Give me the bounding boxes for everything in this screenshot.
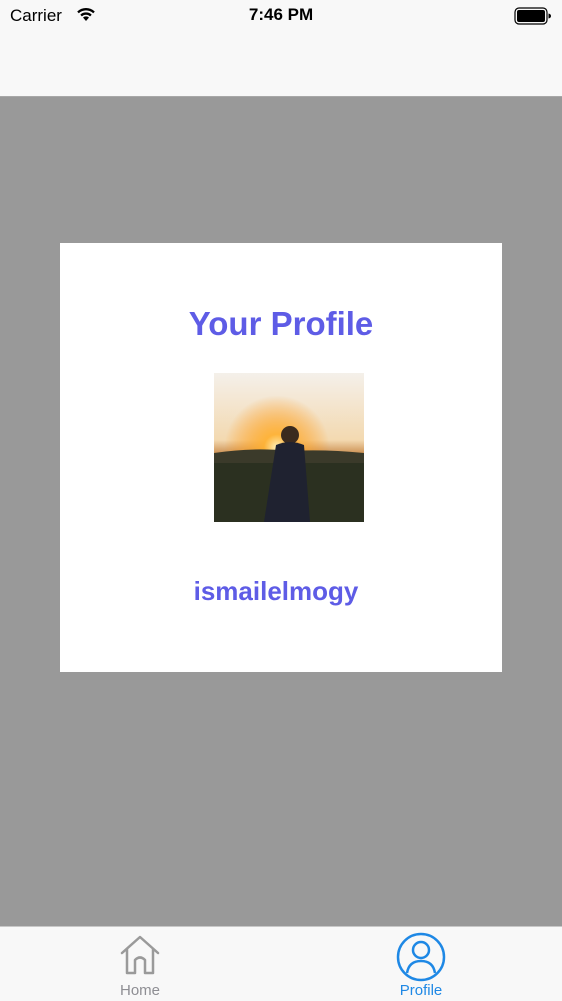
username-label: ismailelmogy bbox=[193, 576, 359, 606]
status-time: 7:46 PM bbox=[248, 5, 314, 24]
avatar-photo bbox=[214, 373, 364, 522]
profile-card: Your Profile ismailelmogy bbox=[60, 243, 502, 672]
battery-icon bbox=[514, 7, 552, 30]
home-icon bbox=[118, 933, 162, 982]
tab-home-label: Home bbox=[119, 982, 160, 999]
page-title: Your Profile bbox=[188, 305, 374, 342]
status-bar: Carrier 7:46 PM bbox=[0, 0, 562, 32]
tab-home[interactable]: Home bbox=[80, 927, 200, 1001]
person-icon bbox=[396, 932, 446, 987]
tab-bar: Home Profile bbox=[0, 926, 562, 1001]
tab-profile-label: Profile bbox=[399, 982, 443, 999]
navigation-bar bbox=[0, 32, 562, 97]
tab-profile[interactable]: Profile bbox=[361, 927, 481, 1001]
